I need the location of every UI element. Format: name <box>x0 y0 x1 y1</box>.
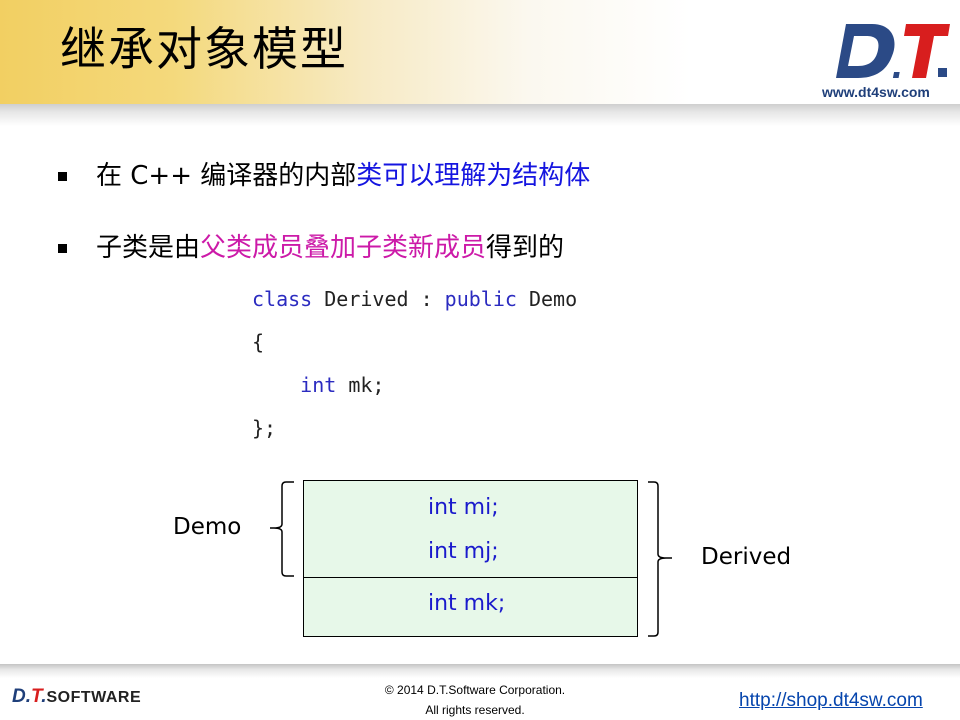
code-text: Demo <box>516 287 578 311</box>
field-mk: int mk; <box>428 591 506 616</box>
bullet-square-icon <box>58 244 67 253</box>
code-line: }; <box>252 411 577 454</box>
code-line: class Derived : public Demo <box>252 282 577 325</box>
svg-text:.: . <box>892 43 903 82</box>
code-keyword: public <box>444 287 517 311</box>
label-demo: Demo <box>173 514 242 540</box>
copyright-line1: © 2014 D.T.Software Corporation. <box>384 683 566 697</box>
footer-logo-software: SOFTWARE <box>46 689 142 706</box>
footer-band <box>0 664 960 678</box>
code-text: { <box>252 330 265 354</box>
code-line: int mk; <box>252 368 577 411</box>
logo-url: www.dt4sw.com <box>822 84 930 100</box>
field-mj: int mj; <box>428 539 499 564</box>
bullet-suffix: 得到的 <box>486 233 565 263</box>
copyright-line2: All rights reserved. <box>425 703 525 717</box>
dt-logo-icon: . <box>836 24 950 82</box>
code-text: Derived : <box>312 287 445 311</box>
header-shadow <box>0 104 960 126</box>
memory-layout-box: int mi; int mj; int mk; <box>303 480 638 637</box>
slide-title: 继承对象模型 <box>60 22 348 76</box>
code-keyword: int <box>300 373 337 397</box>
right-brace-icon <box>648 481 672 637</box>
bullet-highlight: 父类成员叠加子类新成员 <box>200 233 487 263</box>
bullet-text: 在 C++ 编译器的内部类可以理解为结构体 <box>96 150 590 202</box>
bullet-square-icon <box>58 172 67 181</box>
bullet-prefix: 子类是由 <box>96 233 201 263</box>
field-mi: int mi; <box>428 495 499 520</box>
bullet-text: 子类是由父类成员叠加子类新成员得到的 <box>96 222 564 274</box>
code-keyword: class <box>252 287 313 311</box>
code-line: { <box>252 325 577 368</box>
slide: 继承对象模型 . www.dt4sw.com 在 C++ 编译器的内部类可以理解… <box>0 0 960 720</box>
footer-logo: D.T.SOFTWARE <box>12 686 141 708</box>
left-brace-icon <box>270 481 294 577</box>
code-text: mk; <box>336 373 385 397</box>
memory-divider <box>304 577 637 578</box>
code-text: }; <box>252 416 277 440</box>
code-block: class Derived : public Demo { int mk; }; <box>252 282 577 454</box>
bullet-highlight: 类可以理解为结构体 <box>356 161 591 191</box>
footer-logo-d: D. <box>12 686 31 707</box>
footer-logo-t: T <box>31 686 42 707</box>
bullet-prefix: 在 C++ 编译器的内部 <box>96 161 357 191</box>
copyright: © 2014 D.T.Software Corporation. All rig… <box>372 680 578 720</box>
label-derived: Derived <box>701 544 792 570</box>
shop-link[interactable]: http://shop.dt4sw.com <box>739 690 923 712</box>
